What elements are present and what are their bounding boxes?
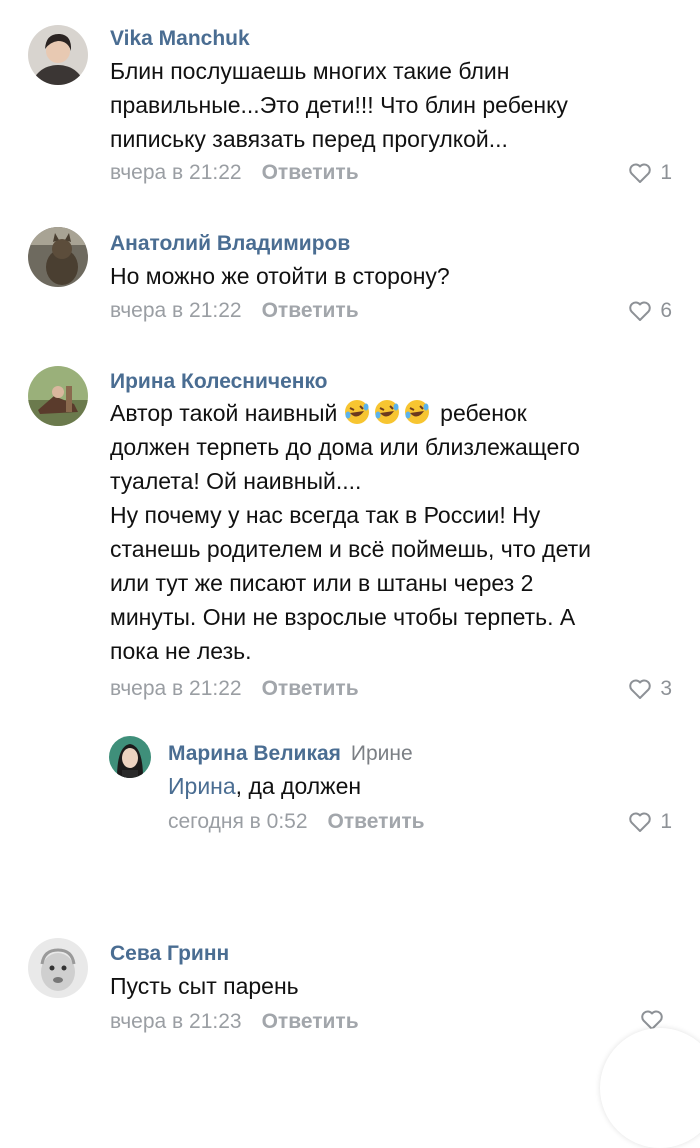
like-button[interactable]: 1 — [628, 809, 672, 835]
reply-button[interactable]: Ответить — [262, 677, 359, 700]
comment-author[interactable]: Анатолий Владимиров — [110, 231, 350, 257]
heart-outline-icon — [629, 812, 652, 832]
comment-meta: сегодня в 0:52 Ответить — [168, 809, 425, 835]
laughing-emoji-icon — [404, 400, 429, 424]
heart-outline-icon — [629, 301, 652, 321]
avatar[interactable] — [28, 938, 88, 998]
comment-time: сегодня в 0:52 — [168, 810, 308, 833]
comment-time: вчера в 21:22 — [110, 161, 242, 184]
comment-author[interactable]: Ирина Колесниченко — [110, 369, 328, 395]
comment-text: Ирина, да должен — [168, 773, 362, 799]
like-button[interactable]: 1 — [628, 160, 672, 186]
mention-link[interactable]: Ирина — [168, 773, 236, 799]
avatar[interactable] — [28, 366, 88, 426]
reply-button[interactable]: Ответить — [262, 161, 359, 184]
reply-button[interactable]: Ответить — [328, 810, 425, 833]
like-count: 6 — [660, 299, 672, 322]
reply-button[interactable]: Ответить — [262, 299, 359, 322]
avatar[interactable] — [109, 736, 151, 778]
avatar-image — [28, 366, 88, 426]
like-count: 3 — [660, 677, 672, 700]
laughing-emoji-icon — [374, 400, 399, 424]
avatar[interactable] — [28, 227, 88, 287]
comment-author[interactable]: Марина Великая Ирине — [168, 741, 413, 767]
reply-button[interactable]: Ответить — [262, 1010, 359, 1033]
comment-time: вчера в 21:22 — [110, 677, 242, 700]
comment-meta: вчера в 21:23 Ответить — [110, 1009, 359, 1035]
avatar-image — [28, 25, 88, 85]
laughing-emoji-icon — [344, 400, 369, 424]
like-count: 1 — [660, 810, 672, 833]
comment-time: вчера в 21:23 — [110, 1010, 242, 1033]
floating-action-button[interactable] — [600, 1028, 700, 1148]
comment-text: Но можно же отойти в сторону? — [110, 263, 450, 289]
heart-outline-icon — [629, 679, 652, 699]
comment-author[interactable]: Сева Гринн — [110, 941, 229, 967]
comment-meta: вчера в 21:22 Ответить — [110, 160, 359, 186]
like-button[interactable]: 3 — [628, 676, 672, 702]
avatar-image — [28, 227, 88, 287]
comment-text: Блин послушаешь многих такие блин правил… — [110, 58, 568, 152]
avatar-image — [28, 938, 88, 998]
like-count: 1 — [660, 161, 672, 184]
comment-time: вчера в 21:22 — [110, 299, 242, 322]
comment-meta: вчера в 21:22 Ответить — [110, 298, 359, 324]
like-button[interactable]: 6 — [628, 298, 672, 324]
comment-author[interactable]: Vika Manchuk — [110, 26, 250, 52]
comment-meta: вчера в 21:22 Ответить — [110, 676, 359, 702]
avatar[interactable] — [28, 25, 88, 85]
comment-text: Пусть сыт парень — [110, 973, 299, 999]
avatar-image — [109, 736, 151, 778]
comment-text: Автор такой наивный ребенок должен терпе… — [110, 400, 592, 664]
reply-to-label: Ирине — [350, 742, 413, 765]
heart-outline-icon — [629, 163, 652, 183]
